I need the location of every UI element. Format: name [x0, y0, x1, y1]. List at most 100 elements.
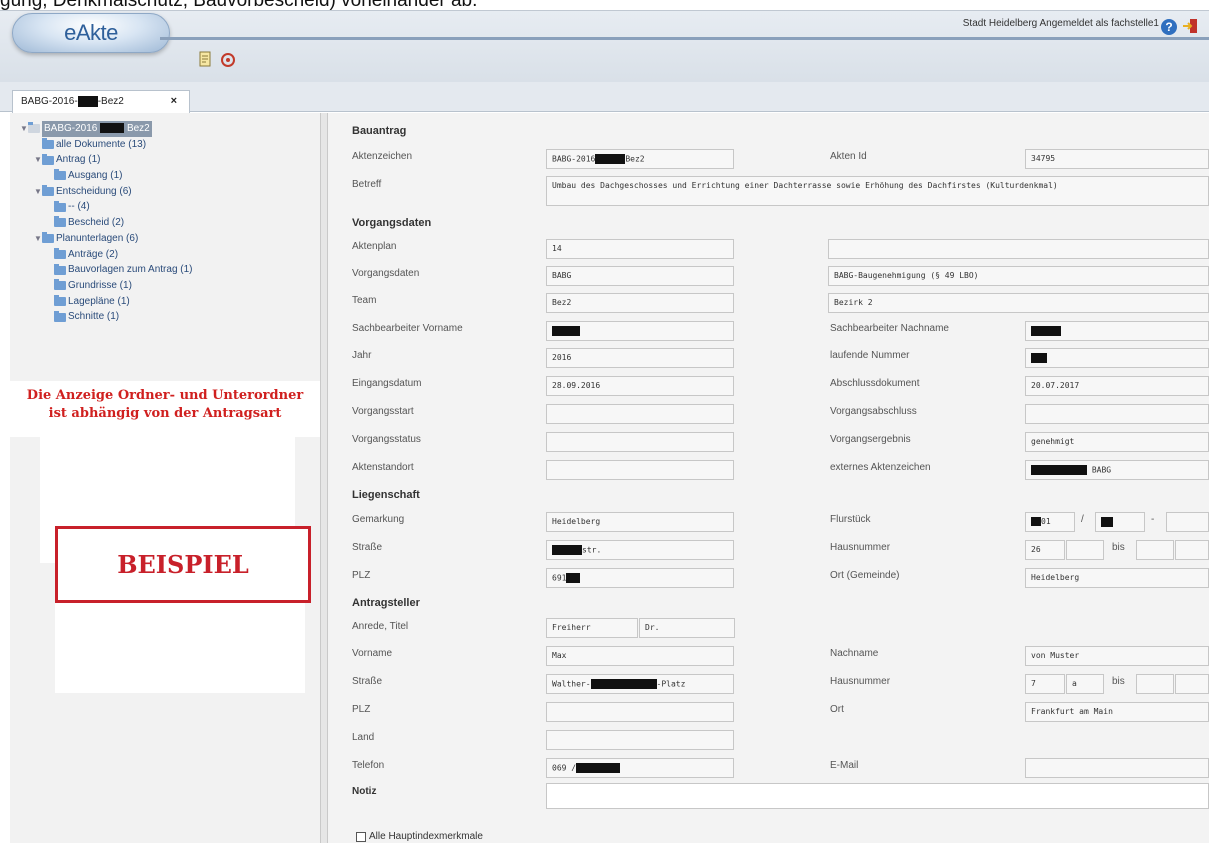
field-ext-aktenzeichen[interactable]: BABG — [1025, 460, 1209, 480]
label-betreff: Betreff — [352, 179, 382, 190]
field-vorgangsstart[interactable] — [546, 404, 734, 424]
tree-item-antraege[interactable]: Anträge (2) — [20, 247, 193, 263]
field-aktenzeichen[interactable]: BABG-2016 Bez2 — [546, 149, 734, 169]
field-team-desc[interactable]: Bezirk 2 — [828, 293, 1209, 313]
section-bauantrag: Bauantrag — [352, 125, 407, 137]
tree-root-label: BABG-2016 Bez2 — [42, 121, 152, 137]
label-gemarkung: Gemarkung — [352, 514, 405, 525]
eakte-logo[interactable]: eAkte — [12, 13, 170, 53]
field-vorname[interactable]: Max — [546, 646, 734, 666]
field-as-hausnummer-bis[interactable] — [1136, 674, 1174, 694]
label-as-strasse: Straße — [352, 676, 383, 687]
field-eingangsdatum[interactable]: 28.09.2016 — [546, 376, 734, 396]
field-betreff[interactable]: Umbau des Dachgeschosses und Errichtung … — [546, 176, 1209, 206]
section-antragsteller: Antragsteller — [352, 597, 420, 609]
field-anrede[interactable]: Freiherr — [546, 618, 638, 638]
field-strasse[interactable]: str. — [546, 540, 734, 560]
field-hausnummer-bis[interactable] — [1136, 540, 1174, 560]
tree-root[interactable]: ▼ BABG-2016 Bez2 — [20, 121, 193, 137]
field-vorgangsdaten-desc[interactable]: BABG-Baugenehmigung (§ 49 LBO) — [828, 266, 1209, 286]
field-gemarkung[interactable]: Heidelberg — [546, 512, 734, 532]
tree-item-antrag[interactable]: ▼ Antrag (1) — [20, 152, 193, 168]
folder-icon — [42, 185, 54, 197]
field-laufende-nummer[interactable] — [1025, 348, 1209, 368]
label-land: Land — [352, 732, 375, 743]
label-strasse: Straße — [352, 542, 383, 553]
tree-item-entscheidung[interactable]: ▼ Entscheidung (6) — [20, 184, 193, 200]
field-titel[interactable]: Dr. — [639, 618, 735, 638]
field-jahr[interactable]: 2016 — [546, 348, 734, 368]
document-edit-icon[interactable] — [196, 49, 216, 69]
header-swoosh — [160, 37, 1209, 40]
field-as-ort[interactable]: Frankfurt am Main — [1025, 702, 1209, 722]
field-abschlussdokument[interactable]: 20.07.2017 — [1025, 376, 1209, 396]
field-ort-gemeinde[interactable]: Heidelberg — [1025, 568, 1209, 588]
field-land[interactable] — [546, 730, 734, 750]
field-as-hausnummer-bis-zusatz[interactable] — [1175, 674, 1209, 694]
collapse-icon[interactable]: ▼ — [34, 184, 42, 200]
label-aktenplan: Aktenplan — [352, 241, 397, 252]
all-index-checkbox[interactable] — [356, 831, 366, 842]
field-as-plz[interactable] — [546, 702, 734, 722]
tree-item-lageplaene[interactable]: Lagepläne (1) — [20, 294, 193, 310]
tree-item-grundrisse[interactable]: Grundrisse (1) — [20, 278, 193, 294]
tree-item-bescheid[interactable]: Bescheid (2) — [20, 215, 193, 231]
field-notiz[interactable] — [546, 783, 1209, 809]
field-telefon[interactable]: 069 / — [546, 758, 734, 778]
field-aktenstandort[interactable] — [546, 460, 734, 480]
field-sb-nachname[interactable] — [1025, 321, 1209, 341]
field-aktenplan[interactable]: 14 — [546, 239, 734, 259]
field-as-hausnummer[interactable]: 7 — [1025, 674, 1065, 694]
case-form: Bauantrag Aktenzeichen BABG-2016 Bez2 Akt… — [328, 113, 1209, 843]
field-email[interactable] — [1025, 758, 1209, 778]
field-hausnummer[interactable]: 26 — [1025, 540, 1065, 560]
all-index-checkbox-row[interactable]: Alle Hauptindexmerkmale — [356, 831, 483, 842]
label-hausnummer: Hausnummer — [830, 542, 891, 553]
folder-panel: ▼ BABG-2016 Bez2 alle Dokumente (13) ▼ An… — [10, 113, 320, 843]
collapse-icon[interactable]: ▼ — [34, 231, 42, 247]
field-flurstueck-3[interactable] — [1166, 512, 1209, 532]
field-aktenplan-desc[interactable] — [828, 239, 1209, 259]
folder-icon — [54, 263, 66, 275]
tab-close-icon[interactable]: × — [171, 95, 177, 107]
field-team[interactable]: Bez2 — [546, 293, 734, 313]
collapse-icon[interactable]: ▼ — [20, 121, 28, 137]
all-index-checkbox-label: Alle Hauptindexmerkmale — [369, 831, 483, 842]
field-hausnummer-bis-zusatz[interactable] — [1175, 540, 1209, 560]
field-vorgangsergebnis[interactable]: genehmigt — [1025, 432, 1209, 452]
panel-splitter[interactable] — [320, 113, 328, 843]
tree-item-unnamed[interactable]: -- (4) — [20, 199, 193, 215]
tab-case[interactable]: BABG-2016- -Bez2 × — [12, 90, 190, 113]
flurstueck-separator: / — [1081, 514, 1084, 525]
field-flurstueck-1[interactable]: 01 — [1025, 512, 1075, 532]
tree-item-ausgang[interactable]: Ausgang (1) — [20, 168, 193, 184]
tree-item-planunterlagen[interactable]: ▼ Planunterlagen (6) — [20, 231, 193, 247]
tree-item-schnitte[interactable]: Schnitte (1) — [20, 309, 193, 325]
field-vorgangsstatus[interactable] — [546, 432, 734, 452]
folder-icon — [54, 247, 66, 259]
tree-item-bauvorlagen[interactable]: Bauvorlagen zum Antrag (1) — [20, 262, 193, 278]
tab-bar: BABG-2016- -Bez2 × — [0, 82, 1209, 113]
folder-icon — [54, 200, 66, 212]
folder-icon — [54, 169, 66, 181]
field-as-strasse[interactable]: Walther- -Platz — [546, 674, 734, 694]
field-vorgangsabschluss[interactable] — [1025, 404, 1209, 424]
help-icon[interactable]: ? — [1161, 19, 1177, 35]
field-sb-vorname[interactable] — [546, 321, 734, 341]
field-flurstueck-2[interactable] — [1095, 512, 1145, 532]
field-nachname[interactable]: von Muster — [1025, 646, 1209, 666]
label-laufende-nummer: laufende Nummer — [830, 350, 910, 361]
label-team: Team — [352, 295, 377, 306]
label-telefon: Telefon — [352, 760, 385, 771]
field-hausnummer-zusatz[interactable] — [1066, 540, 1104, 560]
logout-icon[interactable] — [1181, 17, 1199, 35]
label-vorgangsergebnis: Vorgangsergebnis — [830, 434, 911, 445]
refresh-icon[interactable] — [218, 49, 238, 69]
note-line-1: Die Anzeige Ordner- und Unterordner — [26, 388, 304, 403]
field-plz[interactable]: 691 — [546, 568, 734, 588]
field-vorgangsdaten[interactable]: BABG — [546, 266, 734, 286]
field-akten-id[interactable]: 34795 — [1025, 149, 1209, 169]
tree-item-alle-dokumente[interactable]: alle Dokumente (13) — [20, 137, 193, 153]
collapse-icon[interactable]: ▼ — [34, 152, 42, 168]
field-as-hausnummer-zusatz[interactable]: a — [1066, 674, 1104, 694]
